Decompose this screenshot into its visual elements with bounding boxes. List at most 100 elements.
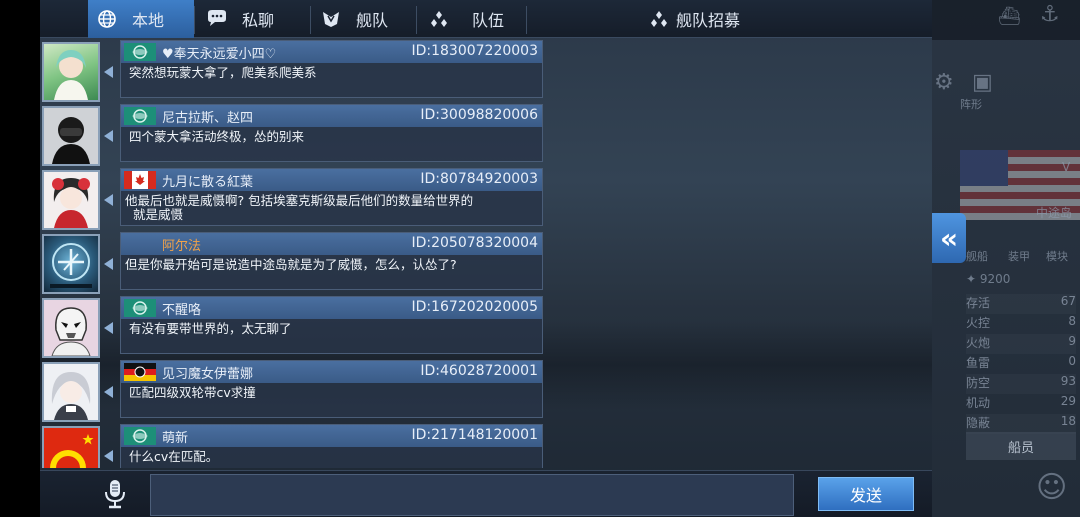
power-value: ✦ 9200	[966, 272, 1011, 286]
player-name[interactable]: 见习魔女伊蕾娜	[162, 363, 253, 382]
bubble-pointer	[104, 130, 113, 142]
document-icon: ▣	[972, 70, 993, 95]
player-id: ID:205078320004	[411, 235, 538, 251]
player-id: ID:167202020005	[411, 299, 538, 315]
message-bubble[interactable]: 阿尔法 ID:205078320004 但是你最开始可是说造中途岛就是为了威慑，…	[120, 232, 543, 290]
panel-tab-ship: 舰船	[966, 250, 988, 263]
message-text: 突然想玩蒙大拿了，爬美系爬美系	[129, 65, 317, 80]
germany-flag-icon	[124, 363, 156, 381]
message-text: 四个蒙大拿活动终极，怂的别来	[129, 129, 305, 144]
player-avatar[interactable]	[42, 106, 100, 166]
chat-input-bar: 发送	[40, 470, 932, 517]
tab-fleet-recruit-label: 舰队招募	[676, 11, 741, 30]
tab-separator	[194, 6, 195, 34]
bubble-pointer	[104, 322, 113, 334]
emblem-flag-icon	[124, 299, 156, 317]
anchor-icon: ⚓	[1040, 2, 1060, 27]
stat-row: 防空 93	[966, 374, 1076, 394]
player-name[interactable]: 萌新	[162, 427, 188, 446]
player-avatar[interactable]	[42, 362, 100, 422]
emblem-flag-icon	[124, 427, 156, 445]
chat-message: 尼古拉斯、赵四 ID:30098820006 四个蒙大拿活动终极，怂的别来	[40, 104, 544, 166]
panel-tab-module: 模块	[1046, 250, 1068, 263]
panel-tab-armor: 装甲	[1008, 250, 1030, 263]
stat-row: 火控 8	[966, 314, 1076, 330]
message-bubble[interactable]: 见习魔女伊蕾娜 ID:46028720001 匹配四级双轮带cv求撞	[120, 360, 543, 418]
message-header: 阿尔法 ID:205078320004	[121, 233, 542, 255]
message-bubble[interactable]: 尼古拉斯、赵四 ID:30098820006 四个蒙大拿活动终极，怂的别来	[120, 104, 543, 162]
message-header: 见习魔女伊蕾娜 ID:46028720001	[121, 361, 542, 383]
message-bubble[interactable]: ♥奉天永远爱小四♡ ID:183007220003 突然想玩蒙大拿了，爬美系爬美…	[120, 40, 543, 98]
player-name[interactable]: 九月に散る紅葉	[162, 171, 253, 190]
chat-message-list[interactable]: ♥奉天永远爱小四♡ ID:183007220003 突然想玩蒙大拿了，爬美系爬美…	[40, 38, 932, 468]
chat-message: ♥奉天永远爱小四♡ ID:183007220003 突然想玩蒙大拿了，爬美系爬美…	[40, 40, 544, 102]
bubble-pointer	[104, 258, 113, 270]
chat-message: 见习魔女伊蕾娜 ID:46028720001 匹配四级双轮带cv求撞	[40, 360, 544, 422]
chat-message: 不醒咯 ID:167202020005 有没有要带世界的，太无聊了	[40, 296, 544, 358]
player-name[interactable]: 阿尔法	[162, 235, 201, 254]
tab-fleet[interactable]: 舰队	[320, 0, 424, 38]
tab-local-label: 本地	[132, 11, 165, 30]
tier-label: V	[1062, 160, 1071, 174]
panel-tab-label: 阵形	[960, 98, 982, 111]
message-text: 有没有要带世界的，太无聊了	[129, 321, 292, 336]
stat-row: 存活 67	[966, 294, 1076, 314]
stat-row: 隐蔽 18	[966, 414, 1076, 434]
message-header: 不醒咯 ID:167202020005	[121, 297, 542, 319]
player-name[interactable]: 不醒咯	[162, 299, 201, 318]
player-avatar[interactable]	[42, 426, 100, 468]
player-id: ID:30098820006	[420, 107, 538, 123]
chat-message: 九月に散る紅葉 ID:80784920003 他最后也就是威慑啊? 包括埃塞克斯…	[40, 168, 544, 230]
message-text-line: 他最后也就是威慑啊? 包括埃塞克斯级最后他们的数量给世界的	[125, 193, 474, 208]
message-text: 什么cv在匹配。	[129, 449, 219, 464]
gear-icon: ⚙	[934, 70, 954, 95]
bubble-pointer	[104, 450, 113, 462]
player-avatar[interactable]	[42, 170, 100, 230]
chat-input[interactable]	[150, 474, 794, 516]
player-avatar[interactable]	[42, 234, 100, 294]
tab-private-label: 私聊	[242, 11, 275, 30]
player-name[interactable]: ♥奉天永远爱小四♡	[162, 43, 276, 62]
stat-row: 机动 29	[966, 394, 1076, 410]
player-name[interactable]: 尼古拉斯、赵四	[162, 107, 253, 126]
message-bubble[interactable]: 九月に散る紅葉 ID:80784920003 他最后也就是威慑啊? 包括埃塞克斯…	[120, 168, 543, 226]
player-avatar[interactable]	[42, 298, 100, 358]
player-id: ID:217148120001	[411, 427, 538, 443]
player-id: ID:80784920003	[420, 171, 538, 187]
tab-local[interactable]: 本地	[88, 0, 194, 38]
message-bubble[interactable]: 不醒咯 ID:167202020005 有没有要带世界的，太无聊了	[120, 296, 543, 354]
chat-bubble-icon	[206, 8, 228, 30]
captain-avatar-icon: ☺	[1036, 470, 1068, 505]
message-text: 他最后也就是威慑啊? 包括埃塞克斯级最后他们的数量给世界的 就是威慑	[121, 191, 542, 222]
tab-fleet-label: 舰队	[356, 11, 389, 30]
tab-separator	[310, 6, 311, 34]
bubble-pointer	[104, 66, 113, 78]
tab-separator	[416, 6, 417, 34]
bubble-pointer	[104, 194, 113, 206]
message-bubble[interactable]: 萌新 ID:217148120001 什么cv在匹配。	[120, 424, 543, 468]
left-border	[0, 0, 40, 517]
tab-team[interactable]: 队伍	[428, 0, 528, 38]
emblem-flag-icon	[124, 43, 156, 61]
tab-fleet-recruit[interactable]: 舰队招募	[648, 0, 788, 38]
tab-private[interactable]: 私聊	[206, 0, 310, 38]
message-text-line: 就是威慑	[133, 207, 184, 222]
stat-row: 鱼雷 0	[966, 354, 1076, 370]
ship-icon: ⛴	[998, 6, 1021, 27]
team-icon	[428, 8, 450, 30]
globe-icon	[96, 8, 118, 30]
fleet-icon	[320, 8, 342, 30]
tab-separator	[526, 6, 527, 34]
stat-row: 火炮 9	[966, 334, 1076, 354]
chat-message: 阿尔法 ID:205078320004 但是你最开始可是说造中途岛就是为了威慑，…	[40, 232, 544, 294]
send-button[interactable]: 发送	[818, 477, 914, 511]
message-header: 萌新 ID:217148120001	[121, 425, 542, 447]
canada-flag-icon	[124, 171, 156, 189]
collapse-chat-button[interactable]: «	[932, 213, 966, 263]
player-id: ID:183007220003	[411, 43, 538, 59]
message-header: ♥奉天永远爱小四♡ ID:183007220003	[121, 41, 542, 63]
player-avatar[interactable]	[42, 42, 100, 102]
message-header: 尼古拉斯、赵四 ID:30098820006	[121, 105, 542, 127]
emblem-flag-icon	[124, 107, 156, 125]
microphone-icon[interactable]	[104, 479, 126, 509]
